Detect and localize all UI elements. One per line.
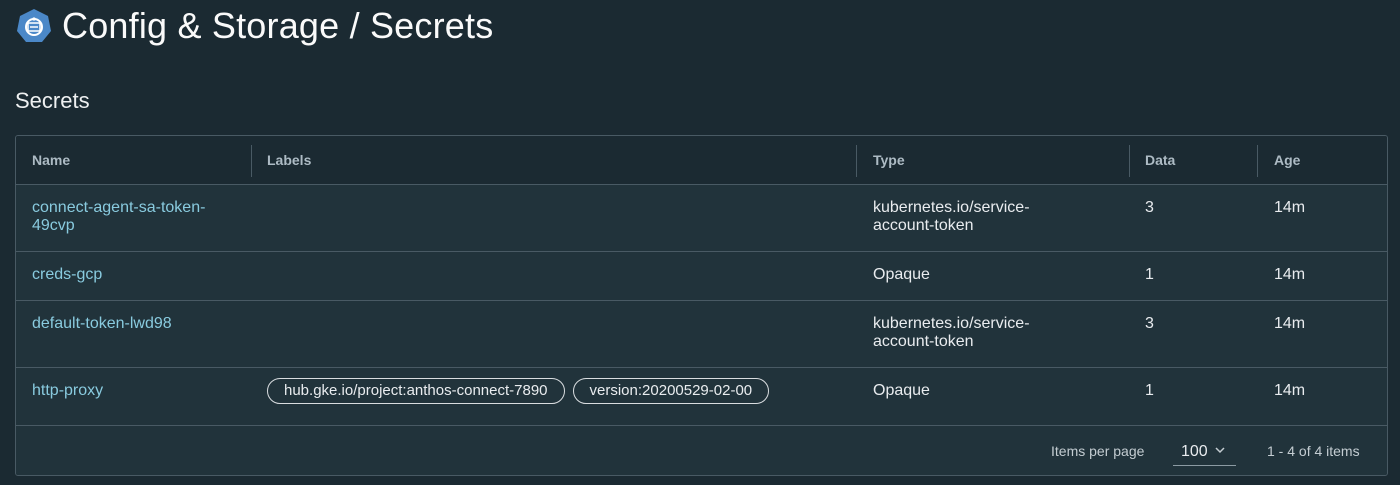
column-header-name[interactable]: Name — [32, 136, 70, 184]
secret-type: kubernetes.io/service-account-token — [873, 315, 1030, 350]
items-per-page-label: Items per page — [1051, 443, 1145, 459]
chevron-down-icon — [1215, 447, 1225, 454]
label-chip: hub.gke.io/project:anthos-connect-7890 — [267, 378, 565, 404]
column-header-age[interactable]: Age — [1274, 136, 1300, 184]
secret-age: 14m — [1274, 382, 1306, 399]
section-title: Secrets — [15, 88, 90, 113]
column-separator[interactable] — [251, 145, 252, 177]
items-per-page-value: 100 — [1181, 443, 1208, 460]
table-row: connect-agent-sa-token-49cvp kubernetes.… — [16, 185, 1387, 252]
secret-type: Opaque — [873, 382, 930, 399]
label-chip: version:20200529-02-00 — [572, 378, 770, 404]
labels-container: hub.gke.io/project:anthos-connect-7890 v… — [267, 378, 770, 404]
column-separator[interactable] — [856, 145, 857, 177]
kubernetes-logo-icon — [17, 9, 51, 42]
secret-data-count: 1 — [1145, 382, 1154, 399]
table-row: http-proxy hub.gke.io/project:anthos-con… — [16, 368, 1387, 426]
column-header-type[interactable]: Type — [873, 136, 905, 184]
table-row: creds-gcp Opaque 1 14m — [16, 252, 1387, 301]
secrets-table: Name Labels Type Data Age connect-agent-… — [15, 135, 1388, 476]
page-title: Config & Storage / Secrets — [62, 5, 494, 46]
secret-age: 14m — [1274, 315, 1306, 332]
secret-data-count: 1 — [1145, 266, 1154, 283]
secret-type: Opaque — [873, 266, 930, 283]
table-row: default-token-lwd98 kubernetes.io/servic… — [16, 301, 1387, 368]
column-separator[interactable] — [1129, 145, 1130, 177]
secret-name-link[interactable]: connect-agent-sa-token-49cvp — [32, 199, 232, 235]
column-header-data[interactable]: Data — [1145, 136, 1175, 184]
table-header: Name Labels Type Data Age — [16, 136, 1387, 185]
secret-type: kubernetes.io/service-account-token — [873, 199, 1030, 234]
secret-data-count: 3 — [1145, 315, 1154, 332]
secret-age: 14m — [1274, 199, 1306, 216]
secret-data-count: 3 — [1145, 199, 1154, 216]
items-per-page-select[interactable]: 100 — [1173, 434, 1236, 466]
secret-name-link[interactable]: default-token-lwd98 — [32, 315, 232, 333]
secret-name-link[interactable]: creds-gcp — [32, 266, 232, 284]
column-header-labels[interactable]: Labels — [267, 136, 311, 184]
page-header: Config & Storage / Secrets — [16, 5, 494, 46]
secret-age: 14m — [1274, 266, 1306, 283]
secret-name-link[interactable]: http-proxy — [32, 382, 232, 400]
pagination-range: 1 - 4 of 4 items — [1267, 443, 1360, 459]
pagination-bar: Items per page 100 1 - 4 of 4 items — [16, 426, 1387, 475]
column-separator[interactable] — [1257, 145, 1258, 177]
